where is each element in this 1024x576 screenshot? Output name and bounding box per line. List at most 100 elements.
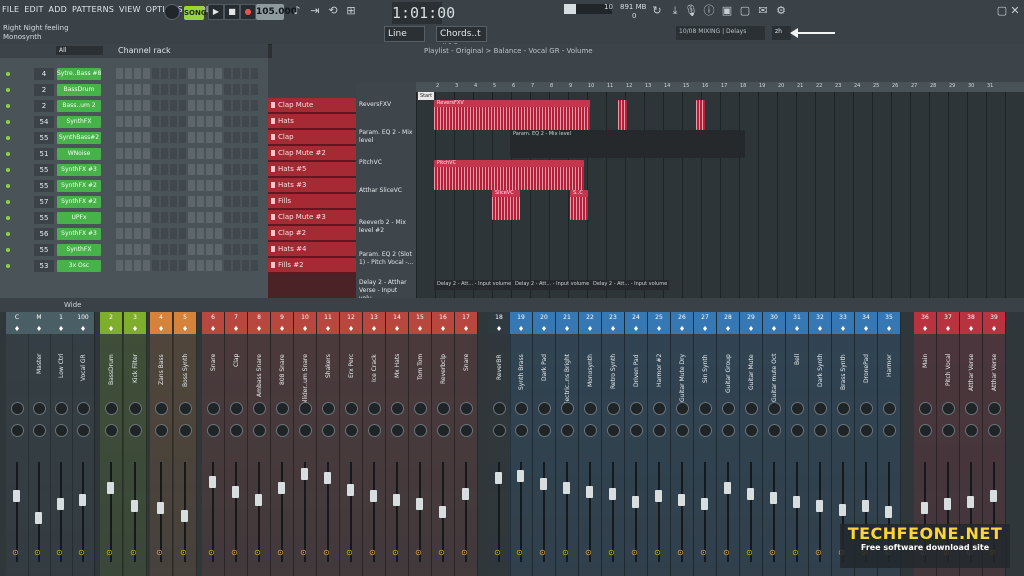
channel-mixer-number[interactable]: 53 — [34, 260, 54, 272]
step-button[interactable] — [215, 260, 222, 271]
step-button[interactable] — [215, 116, 222, 127]
stereo-knob[interactable] — [345, 424, 358, 437]
stereo-knob[interactable] — [460, 424, 473, 437]
menu-item[interactable]: PATTERNS — [72, 5, 114, 14]
channel-led-icon[interactable] — [6, 152, 10, 156]
stereo-knob[interactable] — [837, 424, 850, 437]
stereo-knob[interactable] — [768, 424, 781, 437]
pan-knob[interactable] — [630, 402, 643, 415]
send-icon[interactable]: ⊙ — [300, 548, 307, 557]
step-button[interactable] — [188, 260, 195, 271]
pan-knob[interactable] — [745, 402, 758, 415]
step-button[interactable] — [224, 244, 231, 255]
mixer-strip[interactable]: 24 ♦ Driven Pad ⊙ — [625, 312, 648, 576]
channel-row[interactable]: 57 SynthFX #2 — [0, 194, 268, 210]
pattern-item[interactable]: Hats — [268, 114, 356, 130]
channel-name-button[interactable]: SynthBass#2 — [57, 132, 101, 144]
step-button[interactable] — [179, 132, 186, 143]
step-button[interactable] — [170, 164, 177, 175]
pan-knob[interactable] — [919, 402, 932, 415]
clip-reversfxv-3[interactable] — [696, 100, 705, 130]
send-icon[interactable]: ⊙ — [56, 548, 63, 557]
step-button[interactable] — [179, 180, 186, 191]
stereo-knob[interactable] — [965, 424, 978, 437]
step-button[interactable] — [179, 100, 186, 111]
channel-row[interactable]: 55 SynthFX #3 — [0, 162, 268, 178]
stereo-knob[interactable] — [653, 424, 666, 437]
mixer-strip[interactable]: 7 ♦ Clap ⊙ — [225, 312, 248, 576]
metronome-icon[interactable]: ♪ — [290, 4, 304, 18]
step-button[interactable] — [251, 148, 258, 159]
step-button[interactable] — [152, 84, 159, 95]
countdown-icon[interactable]: ⇥ — [308, 4, 322, 18]
track-header[interactable]: Atthar SliceVC — [356, 186, 418, 196]
send-icon[interactable]: ⊙ — [631, 548, 638, 557]
channel-row[interactable]: 2 Bass..um 2 — [0, 98, 268, 114]
automation-clip-eq[interactable]: Param. EQ 2 - Mix level — [510, 130, 745, 158]
step-button[interactable] — [215, 68, 222, 79]
menu-item[interactable]: FILE — [2, 5, 19, 14]
channel-mixer-number[interactable]: 51 — [34, 148, 54, 160]
step-button[interactable] — [179, 212, 186, 223]
step-button[interactable] — [206, 244, 213, 255]
snap-selector[interactable]: Line — [384, 26, 425, 42]
step-button[interactable] — [206, 196, 213, 207]
pan-knob[interactable] — [253, 402, 266, 415]
step-button[interactable] — [215, 132, 222, 143]
step-button[interactable] — [143, 164, 150, 175]
volume-fader[interactable] — [678, 494, 685, 506]
menu-item[interactable]: VIEW — [119, 5, 141, 14]
volume-fader[interactable] — [416, 498, 423, 510]
step-button[interactable] — [161, 164, 168, 175]
volume-fader[interactable] — [57, 498, 64, 510]
channel-name-button[interactable]: SynthFX #3 — [57, 164, 101, 176]
step-button[interactable] — [251, 164, 258, 175]
volume-fader[interactable] — [586, 486, 593, 498]
menu-item[interactable]: EDIT — [24, 5, 43, 14]
stereo-knob[interactable] — [919, 424, 932, 437]
mixer-strip[interactable]: 25 ♦ Harmor #2 ⊙ — [648, 312, 671, 576]
send-icon[interactable]: ⊙ — [369, 548, 376, 557]
channel-row[interactable]: 55 SynthBass#2 — [0, 130, 268, 146]
step-button[interactable] — [170, 84, 177, 95]
step-button[interactable] — [143, 68, 150, 79]
pan-knob[interactable] — [722, 402, 735, 415]
step-button[interactable] — [251, 228, 258, 239]
step-button[interactable] — [242, 148, 249, 159]
step-button[interactable] — [170, 148, 177, 159]
step-button[interactable] — [170, 100, 177, 111]
stereo-knob[interactable] — [105, 424, 118, 437]
step-button[interactable] — [116, 180, 123, 191]
stereo-knob[interactable] — [77, 424, 90, 437]
pan-knob[interactable] — [155, 402, 168, 415]
clip-reversfxv[interactable]: ReversFXV — [434, 100, 590, 130]
channel-led-icon[interactable] — [6, 168, 10, 172]
volume-fader[interactable] — [944, 498, 951, 510]
step-button[interactable] — [188, 244, 195, 255]
step-button[interactable] — [242, 228, 249, 239]
step-button[interactable] — [188, 84, 195, 95]
pan-knob[interactable] — [460, 402, 473, 415]
step-button[interactable] — [116, 148, 123, 159]
send-icon[interactable]: ⊙ — [677, 548, 684, 557]
volume-fader[interactable] — [79, 494, 86, 506]
channel-led-icon[interactable] — [6, 88, 10, 92]
pan-knob[interactable] — [607, 402, 620, 415]
step-button[interactable] — [116, 116, 123, 127]
pattern-item[interactable]: Clap Mute #3 — [268, 210, 356, 226]
step-button[interactable] — [143, 100, 150, 111]
channel-name-button[interactable]: UPFx — [57, 212, 101, 224]
mixer-strip[interactable]: 29 ♦ Guitar Mute ⊙ — [740, 312, 763, 576]
record-button[interactable]: ● — [240, 4, 256, 20]
step-button[interactable] — [143, 148, 150, 159]
step-button[interactable] — [251, 116, 258, 127]
stereo-knob[interactable] — [437, 424, 450, 437]
volume-fader[interactable] — [770, 492, 777, 504]
step-button[interactable] — [197, 228, 204, 239]
step-button[interactable] — [215, 180, 222, 191]
pan-knob[interactable] — [883, 402, 896, 415]
pan-knob[interactable] — [207, 402, 220, 415]
stereo-knob[interactable] — [942, 424, 955, 437]
pan-knob[interactable] — [493, 402, 506, 415]
step-button[interactable] — [197, 132, 204, 143]
